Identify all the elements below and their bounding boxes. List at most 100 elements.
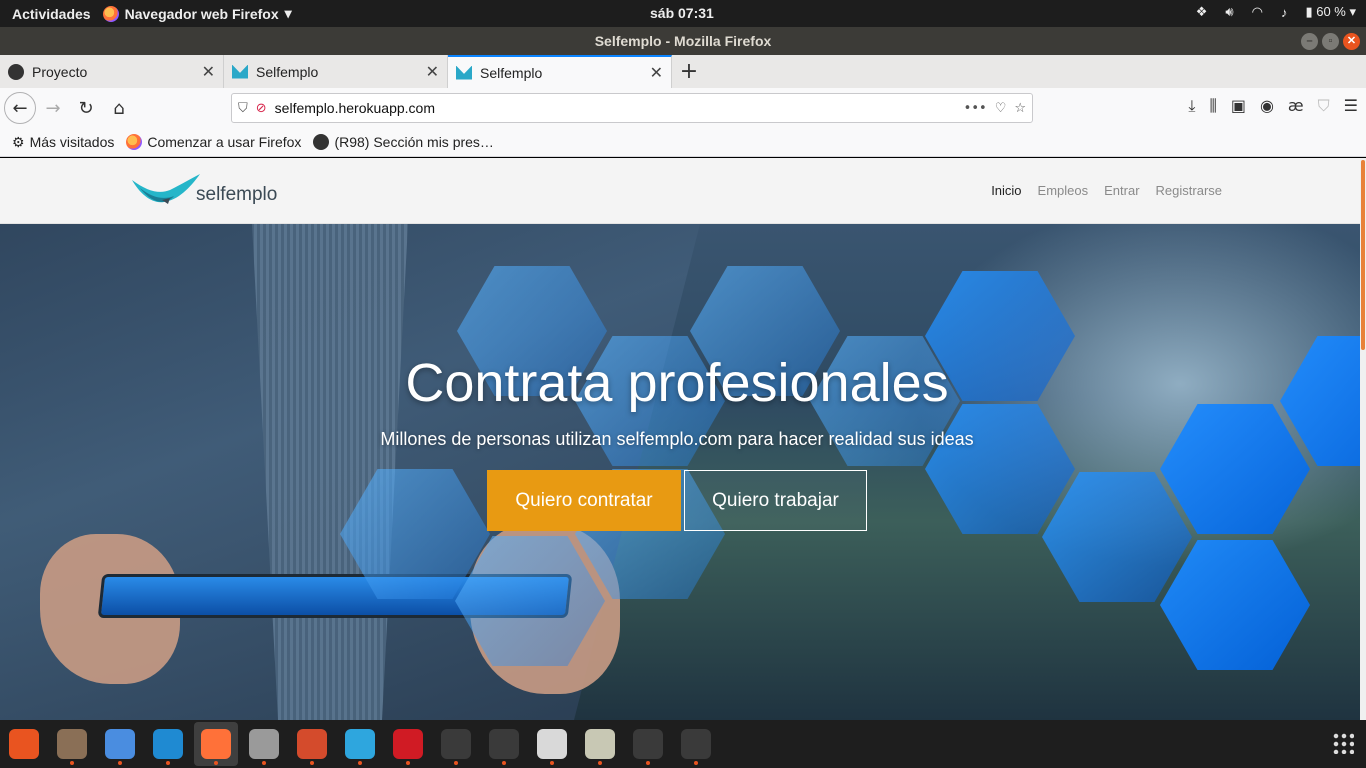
dock-item[interactable] (98, 722, 142, 766)
bookmark-github-pr[interactable]: (R98) Sección mis pres… (313, 134, 494, 150)
hex-decoration (925, 404, 1075, 534)
running-indicator (646, 761, 650, 765)
bookmark-label: Comenzar a usar Firefox (147, 134, 302, 150)
web-page: selfemplo Inicio Empleos Entrar Registra… (0, 158, 1360, 720)
dock-item[interactable] (194, 722, 238, 766)
menu-registrarse[interactable]: Registrarse (1156, 183, 1222, 198)
library-icon[interactable]: ⫼ (1209, 96, 1216, 116)
work-button[interactable]: Quiero trabajar (684, 470, 867, 531)
chevron-down-icon: ▾ (284, 5, 292, 21)
dock-item[interactable] (290, 722, 334, 766)
extension-ae-icon[interactable]: æ (1288, 96, 1304, 116)
running-indicator (70, 761, 74, 765)
camera-icon (249, 729, 279, 759)
tab-proyecto[interactable]: Proyecto ✕ (0, 55, 224, 88)
volume-icon[interactable]: 🔊︎ (1225, 4, 1233, 20)
logo-text: selfemplo (196, 184, 278, 205)
close-tab-icon[interactable]: ✕ (650, 63, 663, 83)
activities-button[interactable]: Actividades (0, 6, 103, 22)
scrollbar-thumb[interactable] (1361, 160, 1365, 350)
system-top-bar: Actividades Navegador web Firefox ▾ sáb … (0, 0, 1366, 27)
vscode-icon (153, 729, 183, 759)
reload-button[interactable]: ↻ (70, 92, 102, 124)
navigation-toolbar: ← → ↻ ⌂ ⛉ ⊘ selfemplo.herokuapp.com ••• … (0, 88, 1366, 128)
hex-decoration (1160, 404, 1310, 534)
dock-item[interactable] (626, 722, 670, 766)
insecure-lock-icon[interactable]: ⊘ (256, 101, 267, 116)
image-viewer-icon (585, 729, 615, 759)
page-actions-icon[interactable]: ••• (964, 101, 987, 116)
shield-icon[interactable]: ⛉ (238, 101, 248, 116)
dock-item[interactable] (2, 722, 46, 766)
tab-selfemplo-active[interactable]: Selfemplo ✕ (448, 55, 672, 88)
sidebar-icon[interactable]: ▣ (1231, 96, 1246, 116)
bookmarks-toolbar: ⚙ Más visitados Comenzar a usar Firefox … (0, 128, 1366, 157)
hex-decoration (1160, 540, 1310, 670)
close-window-button[interactable]: ✕ (1343, 33, 1360, 50)
maximize-button[interactable]: ▫ (1322, 33, 1339, 50)
clock[interactable]: sáb 07:31 (650, 5, 714, 21)
bookmark-star-icon[interactable]: ☆ (1014, 101, 1026, 116)
page-scrollbar[interactable] (1360, 158, 1366, 720)
running-indicator (262, 761, 266, 765)
home-button[interactable]: ⌂ (103, 92, 135, 124)
hero-section: Contrata profesionales Millones de perso… (0, 224, 1360, 720)
dock-item[interactable] (482, 722, 526, 766)
dock-item[interactable] (242, 722, 286, 766)
app-menu[interactable]: Navegador web Firefox ▾ (102, 5, 292, 22)
back-button[interactable]: ← (4, 92, 36, 124)
battery-level: 60 % (1316, 4, 1346, 19)
dock-item[interactable] (578, 722, 622, 766)
minimize-button[interactable]: – (1301, 33, 1318, 50)
system-tray[interactable]: ❖ 🔊︎ ◠ ♪ ▮ 60 % ▾ (1196, 4, 1356, 20)
tab-label: Proyecto (32, 63, 88, 80)
selfemplo-icon (456, 65, 472, 80)
menu-entrar[interactable]: Entrar (1104, 183, 1139, 198)
close-tab-icon[interactable]: ✕ (426, 62, 439, 82)
tab-strip: Proyecto ✕ Selfemplo ✕ Selfemplo ✕ + (0, 55, 1366, 88)
speaker-icon: ♪ (1280, 4, 1288, 20)
dropbox-icon[interactable]: ❖ (1196, 4, 1208, 20)
menu-empleos[interactable]: Empleos (1038, 183, 1089, 198)
tab-label: Selfemplo (256, 63, 319, 80)
dock-item[interactable] (386, 722, 430, 766)
close-tab-icon[interactable]: ✕ (202, 62, 215, 82)
window-title: Selfemplo - Mozilla Firefox (594, 33, 772, 49)
app-menu-label: Navegador web Firefox (124, 5, 279, 22)
bookmark-most-visited[interactable]: ⚙ Más visitados (12, 134, 114, 151)
bookmark-label: (R98) Sección mis pres… (334, 134, 494, 150)
dock-item[interactable] (674, 722, 718, 766)
menu-inicio[interactable]: Inicio (991, 183, 1021, 198)
dock-item[interactable] (338, 722, 382, 766)
wifi-icon: ◠ (1251, 4, 1263, 19)
show-applications-icon[interactable] (1332, 732, 1354, 754)
pocket-icon[interactable]: ♡ (995, 101, 1007, 116)
hero-title: Contrata profesionales (405, 353, 949, 413)
site-logo[interactable]: selfemplo (130, 172, 277, 208)
running-indicator (310, 761, 314, 765)
account-icon[interactable]: ◉ (1260, 96, 1274, 116)
ubuntu-dock (0, 720, 1366, 768)
forward-button[interactable]: → (37, 92, 69, 124)
site-menu: Inicio Empleos Entrar Registrarse (991, 183, 1222, 198)
window-titlebar: Selfemplo - Mozilla Firefox – ▫ ✕ (0, 27, 1366, 55)
hamburger-menu-icon[interactable]: ☰ (1344, 96, 1358, 116)
dock-item[interactable] (50, 722, 94, 766)
terminal-icon (681, 729, 711, 759)
gear-icon: ⚙ (12, 133, 25, 150)
bookmark-getting-started[interactable]: Comenzar a usar Firefox (126, 134, 301, 150)
dock-item[interactable] (530, 722, 574, 766)
downloads-icon[interactable]: ⤓ (1188, 96, 1195, 116)
new-tab-button[interactable]: + (672, 55, 706, 88)
hex-decoration (1042, 472, 1192, 602)
hire-button[interactable]: Quiero contratar (487, 470, 681, 531)
tab-selfemplo[interactable]: Selfemplo ✕ (224, 55, 448, 88)
url-bar[interactable]: ⛉ ⊘ selfemplo.herokuapp.com ••• ♡ ☆ (231, 93, 1033, 123)
bird-logo-icon (132, 174, 200, 204)
url-text[interactable]: selfemplo.herokuapp.com (275, 100, 956, 116)
terminal-icon (489, 729, 519, 759)
dock-item[interactable] (146, 722, 190, 766)
telegram-icon (345, 729, 375, 759)
extension-shield-icon[interactable]: ⛉ (1318, 96, 1330, 116)
dock-item[interactable] (434, 722, 478, 766)
